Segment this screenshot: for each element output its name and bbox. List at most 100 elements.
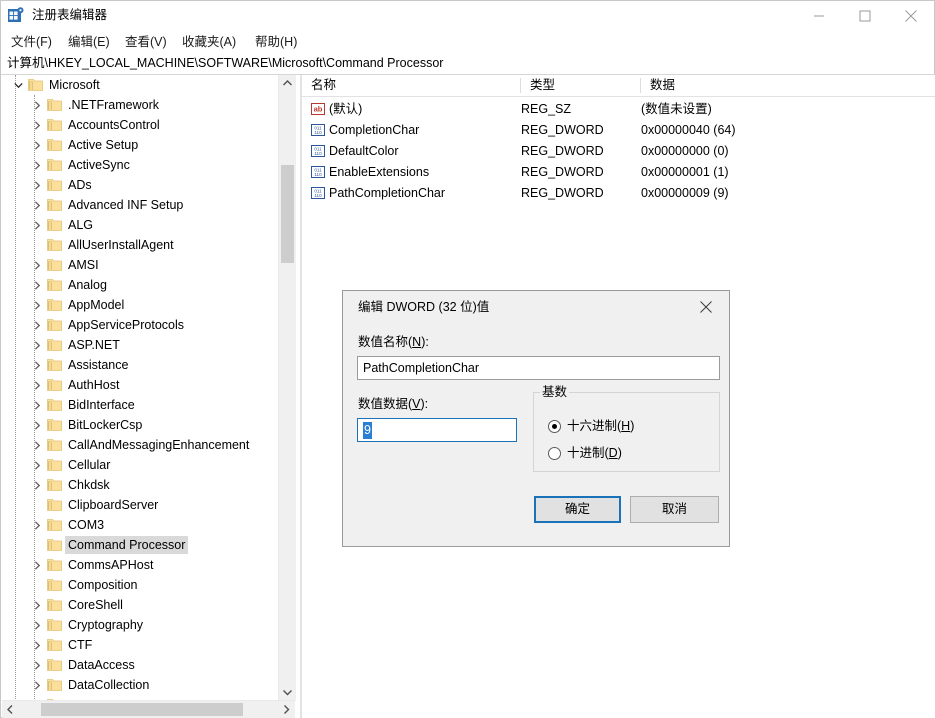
scroll-right-icon[interactable] — [278, 701, 295, 718]
tree-item-commsaphost[interactable]: CommsAPHost — [2, 555, 284, 575]
tree-item-netframework[interactable]: .NETFramework — [2, 95, 284, 115]
tree-item-assistance[interactable]: Assistance — [2, 355, 284, 375]
menu-view[interactable]: 查看(V) — [121, 33, 171, 51]
folder-icon — [47, 218, 62, 231]
chevron-down-icon[interactable] — [10, 75, 26, 95]
folder-icon — [47, 318, 62, 331]
tree-hscroll-thumb[interactable] — [41, 703, 243, 716]
chevron-right-icon[interactable] — [29, 635, 45, 655]
tree-item-label: ADs — [68, 178, 92, 192]
value-name-cell: EnableExtensions — [329, 165, 430, 179]
menu-edit[interactable]: 编辑(E) — [64, 33, 114, 51]
menu-favorites[interactable]: 收藏夹(A) — [178, 33, 240, 51]
tree-item-alg[interactable]: ALG — [2, 215, 284, 235]
tree-item-analog[interactable]: Analog — [2, 275, 284, 295]
chevron-right-icon[interactable] — [29, 335, 45, 355]
chevron-right-icon[interactable] — [29, 435, 45, 455]
registry-tree[interactable]: Microsoft .NETFramework AccountsControl Act… — [2, 75, 284, 701]
chevron-right-icon[interactable] — [29, 675, 45, 695]
value-data-accesskey: V — [412, 397, 421, 411]
folder-icon — [47, 678, 62, 691]
value-data-input[interactable]: 9 — [357, 418, 517, 442]
table-row[interactable]: 011 110 PathCompletionChar REG_DWORD 0x00000… — [302, 183, 935, 204]
chevron-right-icon[interactable] — [29, 355, 45, 375]
tree-item-bidinterface[interactable]: BidInterface — [2, 395, 284, 415]
tree-item-com3[interactable]: COM3 — [2, 515, 284, 535]
tree-item-appserviceprotocols[interactable]: AppServiceProtocols — [2, 315, 284, 335]
column-header-data[interactable]: 数据 — [641, 75, 935, 96]
chevron-right-icon[interactable] — [29, 395, 45, 415]
tree-item-label: ClipboardServer — [68, 498, 159, 512]
tree-vertical-scrollbar[interactable] — [278, 75, 296, 701]
chevron-right-icon[interactable] — [29, 255, 45, 275]
chevron-right-icon[interactable] — [29, 415, 45, 435]
chevron-right-icon[interactable] — [29, 475, 45, 495]
chevron-right-icon[interactable] — [29, 615, 45, 635]
tree-item-ads[interactable]: ADs — [2, 175, 284, 195]
tree-item-dataaccess[interactable]: DataAccess — [2, 655, 284, 675]
tree-item-clipboardserver[interactable]: ClipboardServer — [2, 495, 284, 515]
scroll-up-icon[interactable] — [279, 75, 296, 92]
tree-item-cryptography[interactable]: Cryptography — [2, 615, 284, 635]
table-row[interactable]: 011 110 DefaultColor REG_DWORD 0x00000000 (0… — [302, 141, 935, 162]
tree-item-composition[interactable]: Composition — [2, 575, 284, 595]
dialog-title: 编辑 DWORD (32 位)值 — [358, 300, 490, 314]
table-row[interactable]: ab (默认) REG_SZ (数值未设置) — [302, 99, 935, 120]
value-data-label-text: 数值数据( — [358, 397, 413, 411]
scroll-down-icon[interactable] — [279, 684, 296, 701]
tree-item-activesync[interactable]: ActiveSync — [2, 155, 284, 175]
tree-item-bitlockercsp[interactable]: BitLockerCsp — [2, 415, 284, 435]
tree-item-chkdsk[interactable]: Chkdsk — [2, 475, 284, 495]
tree-scroll-thumb[interactable] — [281, 165, 294, 263]
tree-item-datacollection[interactable]: DataCollection — [2, 675, 284, 695]
tree-item-authhost[interactable]: AuthHost — [2, 375, 284, 395]
chevron-right-icon[interactable] — [29, 115, 45, 135]
value-name-input[interactable]: PathCompletionChar — [357, 356, 720, 380]
tree-item-active-setup[interactable]: Active Setup — [2, 135, 284, 155]
tree-item-amsi[interactable]: AMSI — [2, 255, 284, 275]
tree-item-alluserinstallagent[interactable]: AllUserInstallAgent — [2, 235, 284, 255]
table-row[interactable]: 011 110 EnableExtensions REG_DWORD 0x0000000… — [302, 162, 935, 183]
chevron-right-icon[interactable] — [29, 215, 45, 235]
chevron-right-icon[interactable] — [29, 655, 45, 675]
chevron-right-icon[interactable] — [29, 515, 45, 535]
menu-file[interactable]: 文件(F) — [7, 33, 56, 51]
tree-item-advanced-inf-setup[interactable]: Advanced INF Setup — [2, 195, 284, 215]
tree-item-appmodel[interactable]: AppModel — [2, 295, 284, 315]
tree-item-ctf[interactable]: CTF — [2, 635, 284, 655]
tree-horizontal-scrollbar[interactable] — [2, 700, 295, 718]
table-row[interactable]: 011 110 CompletionChar REG_DWORD 0x00000040 … — [302, 120, 935, 141]
chevron-right-icon[interactable] — [29, 195, 45, 215]
maximize-button[interactable] — [842, 1, 888, 31]
chevron-right-icon[interactable] — [29, 135, 45, 155]
dialog-close-icon[interactable] — [685, 291, 727, 322]
chevron-right-icon[interactable] — [29, 155, 45, 175]
tree-item-asp-net[interactable]: ASP.NET — [2, 335, 284, 355]
tree-item-microsoft[interactable]: Microsoft — [2, 75, 284, 95]
close-button[interactable] — [888, 1, 934, 31]
address-bar[interactable]: 计算机\HKEY_LOCAL_MACHINE\SOFTWARE\Microsof… — [1, 53, 934, 75]
tree-item-cellular[interactable]: Cellular — [2, 455, 284, 475]
tree-item-command-processor[interactable]: Command Processor — [2, 535, 284, 555]
folder-icon — [47, 418, 62, 431]
chevron-right-icon[interactable] — [29, 315, 45, 335]
chevron-right-icon[interactable] — [29, 175, 45, 195]
scroll-left-icon[interactable] — [2, 701, 19, 718]
menu-help[interactable]: 帮助(H) — [251, 33, 301, 51]
cancel-button[interactable]: 取消 — [630, 496, 719, 523]
chevron-right-icon[interactable] — [29, 275, 45, 295]
tree-item-callandmessagingenhancement[interactable]: CallAndMessagingEnhancement — [2, 435, 284, 455]
minimize-button[interactable] — [796, 1, 842, 31]
chevron-right-icon[interactable] — [29, 295, 45, 315]
folder-icon — [47, 118, 62, 131]
column-header-name[interactable]: 名称 — [302, 75, 521, 96]
chevron-right-icon[interactable] — [29, 595, 45, 615]
chevron-right-icon[interactable] — [29, 455, 45, 475]
chevron-right-icon[interactable] — [29, 375, 45, 395]
column-header-type[interactable]: 类型 — [521, 75, 641, 96]
tree-item-accountscontrol[interactable]: AccountsControl — [2, 115, 284, 135]
chevron-right-icon[interactable] — [29, 555, 45, 575]
ok-button[interactable]: 确定 — [534, 496, 621, 523]
chevron-right-icon[interactable] — [29, 95, 45, 115]
tree-item-coreshell[interactable]: CoreShell — [2, 595, 284, 615]
